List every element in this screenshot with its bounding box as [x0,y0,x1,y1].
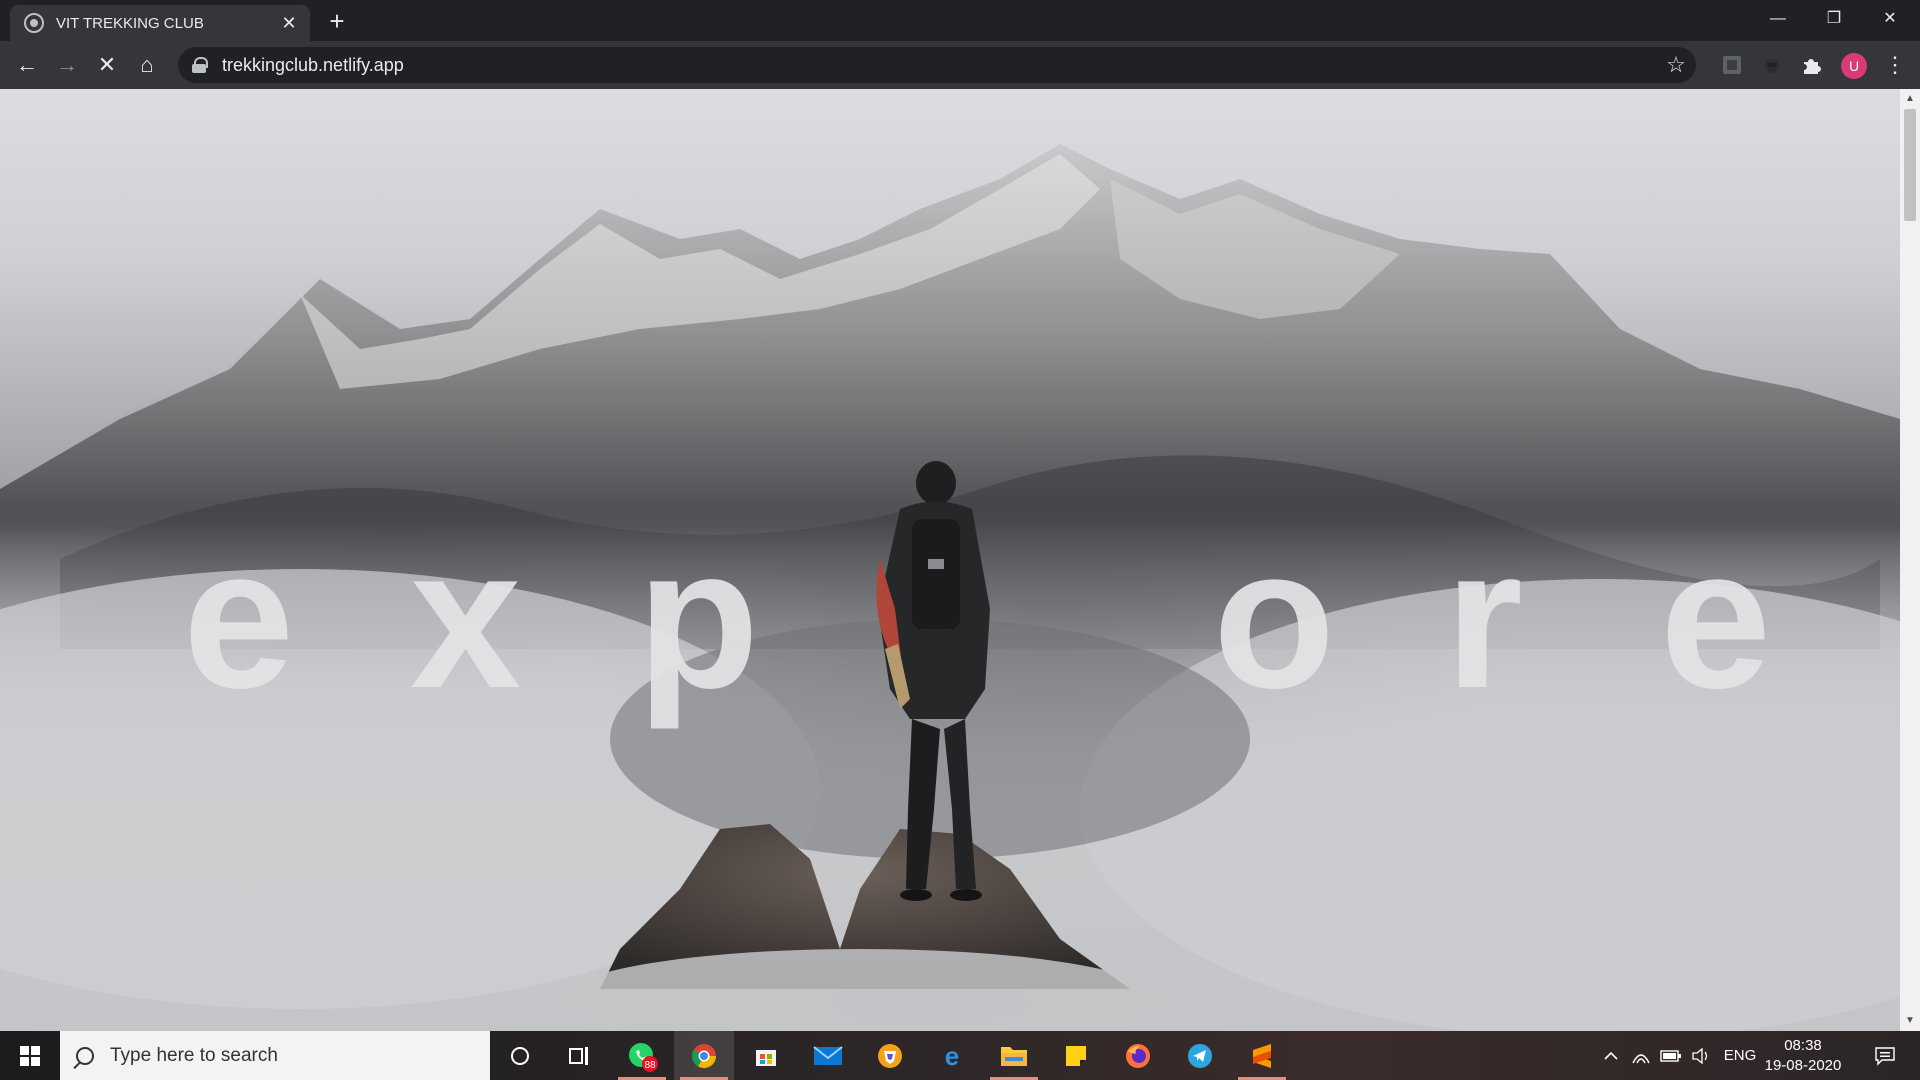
whatsapp-badge-count: 88 [644,1060,656,1071]
task-view-button[interactable] [550,1031,610,1080]
extensions-puzzle-icon[interactable] [1800,54,1822,76]
profile-avatar[interactable]: U [1841,53,1867,79]
cortana-circle-icon [511,1046,529,1065]
folder-icon [1001,1046,1027,1066]
svg-text:e: e [945,1042,959,1070]
edge-taskbar-button[interactable]: e [922,1031,982,1080]
stop-loading-icon[interactable]: ✕ [92,50,122,80]
action-center-button[interactable] [1860,1031,1910,1080]
chrome-icon [691,1043,716,1068]
browser-tab-strip: VIT TREKKING CLUB ✕ + — ❐ ✕ [0,0,1920,41]
taskbar-search-box[interactable]: Type here to search [60,1031,490,1080]
windows-taskbar: Type here to search 88 e ENG 08:38 19-08… [0,1031,1920,1080]
bookmark-star-icon[interactable]: ☆ [1656,52,1696,78]
microsoft-store-icon [756,1049,776,1066]
home-icon[interactable]: ⌂ [132,50,162,80]
battery-icon[interactable] [1658,1031,1684,1080]
scroll-up-icon[interactable]: ▲ [1900,91,1920,107]
url-text[interactable]: trekkingclub.netlify.app [222,55,1656,76]
language-indicator[interactable]: ENG [1720,1031,1760,1080]
notification-icon [1875,1046,1895,1066]
clock-time: 08:38 [1784,1037,1822,1054]
address-bar[interactable]: trekkingclub.netlify.app ☆ [178,47,1696,83]
lock-icon[interactable] [192,57,208,73]
windows-start-button[interactable] [0,1031,60,1080]
extension-robot-icon[interactable] [1761,54,1783,76]
site-favicon-icon [24,13,44,33]
scrollbar-thumb[interactable] [1904,109,1916,221]
chrome-taskbar-button[interactable] [674,1031,734,1080]
taskbar-clock[interactable]: 08:38 19-08-2020 [1760,1036,1846,1076]
extension-square-icon[interactable] [1721,54,1743,76]
sublime-text-icon [1253,1043,1271,1068]
telegram-icon [1188,1043,1212,1068]
browser-toolbar: ← → ✕ ⌂ trekkingclub.netlify.app ☆ U ⋮ [0,41,1920,89]
sublime-text-taskbar-button[interactable] [1232,1031,1292,1080]
volume-icon[interactable] [1688,1031,1714,1080]
firefox-taskbar-button[interactable] [1108,1031,1168,1080]
forward-arrow-icon[interactable]: → [52,50,82,80]
tab-close-icon[interactable]: ✕ [278,13,300,34]
hero-section: e x p o r e [0,89,1900,1031]
task-view-icon [569,1046,588,1065]
search-icon [76,1046,94,1065]
brave-browser-icon [878,1043,902,1068]
brave-taskbar-button[interactable] [860,1031,920,1080]
firefox-icon [1126,1043,1150,1068]
edge-icon: e [945,1042,959,1070]
close-window-button[interactable]: ✕ [1862,0,1918,38]
back-arrow-icon[interactable]: ← [12,50,42,80]
restore-button[interactable]: ❐ [1806,0,1862,38]
new-tab-button[interactable]: + [322,7,352,37]
browser-menu-icon[interactable]: ⋮ [1880,50,1910,80]
sticky-notes-taskbar-button[interactable] [1046,1031,1106,1080]
hiker-figure-image [876,461,990,901]
network-icon[interactable] [1628,1031,1654,1080]
whatsapp-icon: 88 [629,1042,658,1072]
mail-icon [813,1045,843,1065]
store-taskbar-button[interactable] [736,1031,796,1080]
search-placeholder: Type here to search [110,1044,278,1066]
telegram-taskbar-button[interactable] [1170,1031,1230,1080]
page-scrollbar[interactable]: ▲ ▼ [1900,89,1920,1031]
mail-taskbar-button[interactable] [798,1031,858,1080]
clock-date: 19-08-2020 [1764,1057,1842,1074]
sticky-notes-icon [1066,1045,1086,1066]
cortana-button[interactable] [490,1031,550,1080]
minimize-button[interactable]: — [1750,0,1806,38]
browser-tab-active[interactable]: VIT TREKKING CLUB ✕ [10,5,310,41]
whatsapp-taskbar-button[interactable]: 88 [612,1031,672,1080]
tab-title: VIT TREKKING CLUB [56,14,204,32]
file-explorer-taskbar-button[interactable] [984,1031,1044,1080]
show-hidden-icons-chevron-icon[interactable] [1598,1031,1624,1080]
scroll-down-icon[interactable]: ▼ [1900,1013,1920,1029]
